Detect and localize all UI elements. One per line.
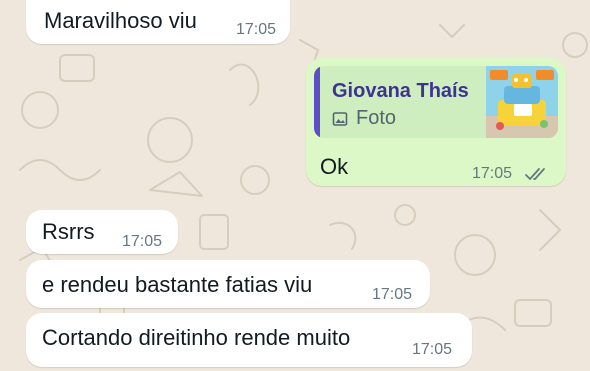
message-text: Maravilhoso viu	[44, 8, 197, 33]
message-incoming-2[interactable]: Rsrrs 17:05	[26, 210, 178, 254]
reply-quote[interactable]: Giovana Thaís Foto	[314, 66, 558, 138]
photo-icon	[332, 111, 348, 126]
message-time: 17:05	[412, 341, 453, 358]
message-text: Ok	[320, 154, 349, 179]
double-check-icon	[525, 168, 545, 180]
message-incoming-3[interactable]: e rendeu bastante fatias viu 17:05	[26, 260, 430, 308]
quote-accent-bar	[314, 66, 320, 138]
message-incoming-1[interactable]: Maravilhoso viu 17:05	[26, 0, 290, 44]
message-time: 17:05	[236, 21, 277, 38]
message-time: 17:05	[122, 233, 163, 250]
message-time: 17:05	[472, 165, 513, 182]
message-outgoing-reply[interactable]: Giovana Thaís Foto Ok 17:05	[306, 58, 566, 186]
message-text: Rsrrs	[42, 219, 95, 244]
message-text: Cortando direitinho rende muito	[42, 325, 351, 350]
quote-author: Giovana Thaís	[332, 80, 469, 102]
quote-media-type: Foto	[332, 107, 396, 130]
cake-photo-thumbnail[interactable]	[486, 66, 558, 138]
message-incoming-4[interactable]: Cortando direitinho rende muito 17:05	[26, 313, 472, 367]
message-time: 17:05	[372, 286, 413, 303]
quote-media-label: Foto	[356, 107, 397, 129]
message-text: e rendeu bastante fatias viu	[42, 272, 313, 297]
